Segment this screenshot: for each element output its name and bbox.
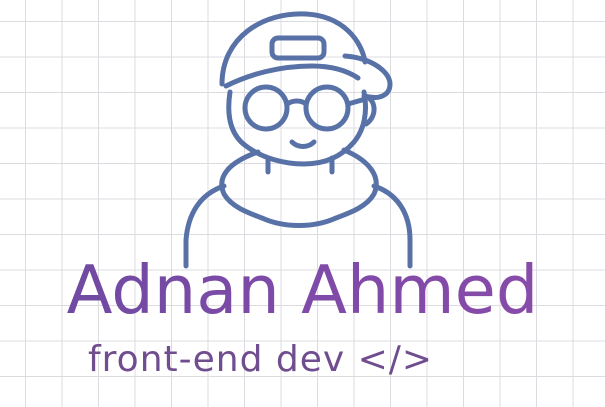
glasses-bridge xyxy=(284,98,309,107)
hoodie-collar xyxy=(259,215,339,228)
hood-left xyxy=(219,149,265,221)
cap-band xyxy=(223,63,361,89)
cap-strap xyxy=(269,35,327,61)
glasses-right-lens xyxy=(303,84,351,132)
glasses-left-lens xyxy=(242,84,290,132)
glasses-arm xyxy=(345,97,365,107)
logo-canvas: Adnan Ahmed front-end dev </> xyxy=(0,0,605,407)
brand-tagline: front-end dev </> xyxy=(88,339,434,380)
hood-right xyxy=(333,147,379,221)
smile xyxy=(289,139,317,149)
brand-name: Adnan Ahmed xyxy=(0,250,605,330)
